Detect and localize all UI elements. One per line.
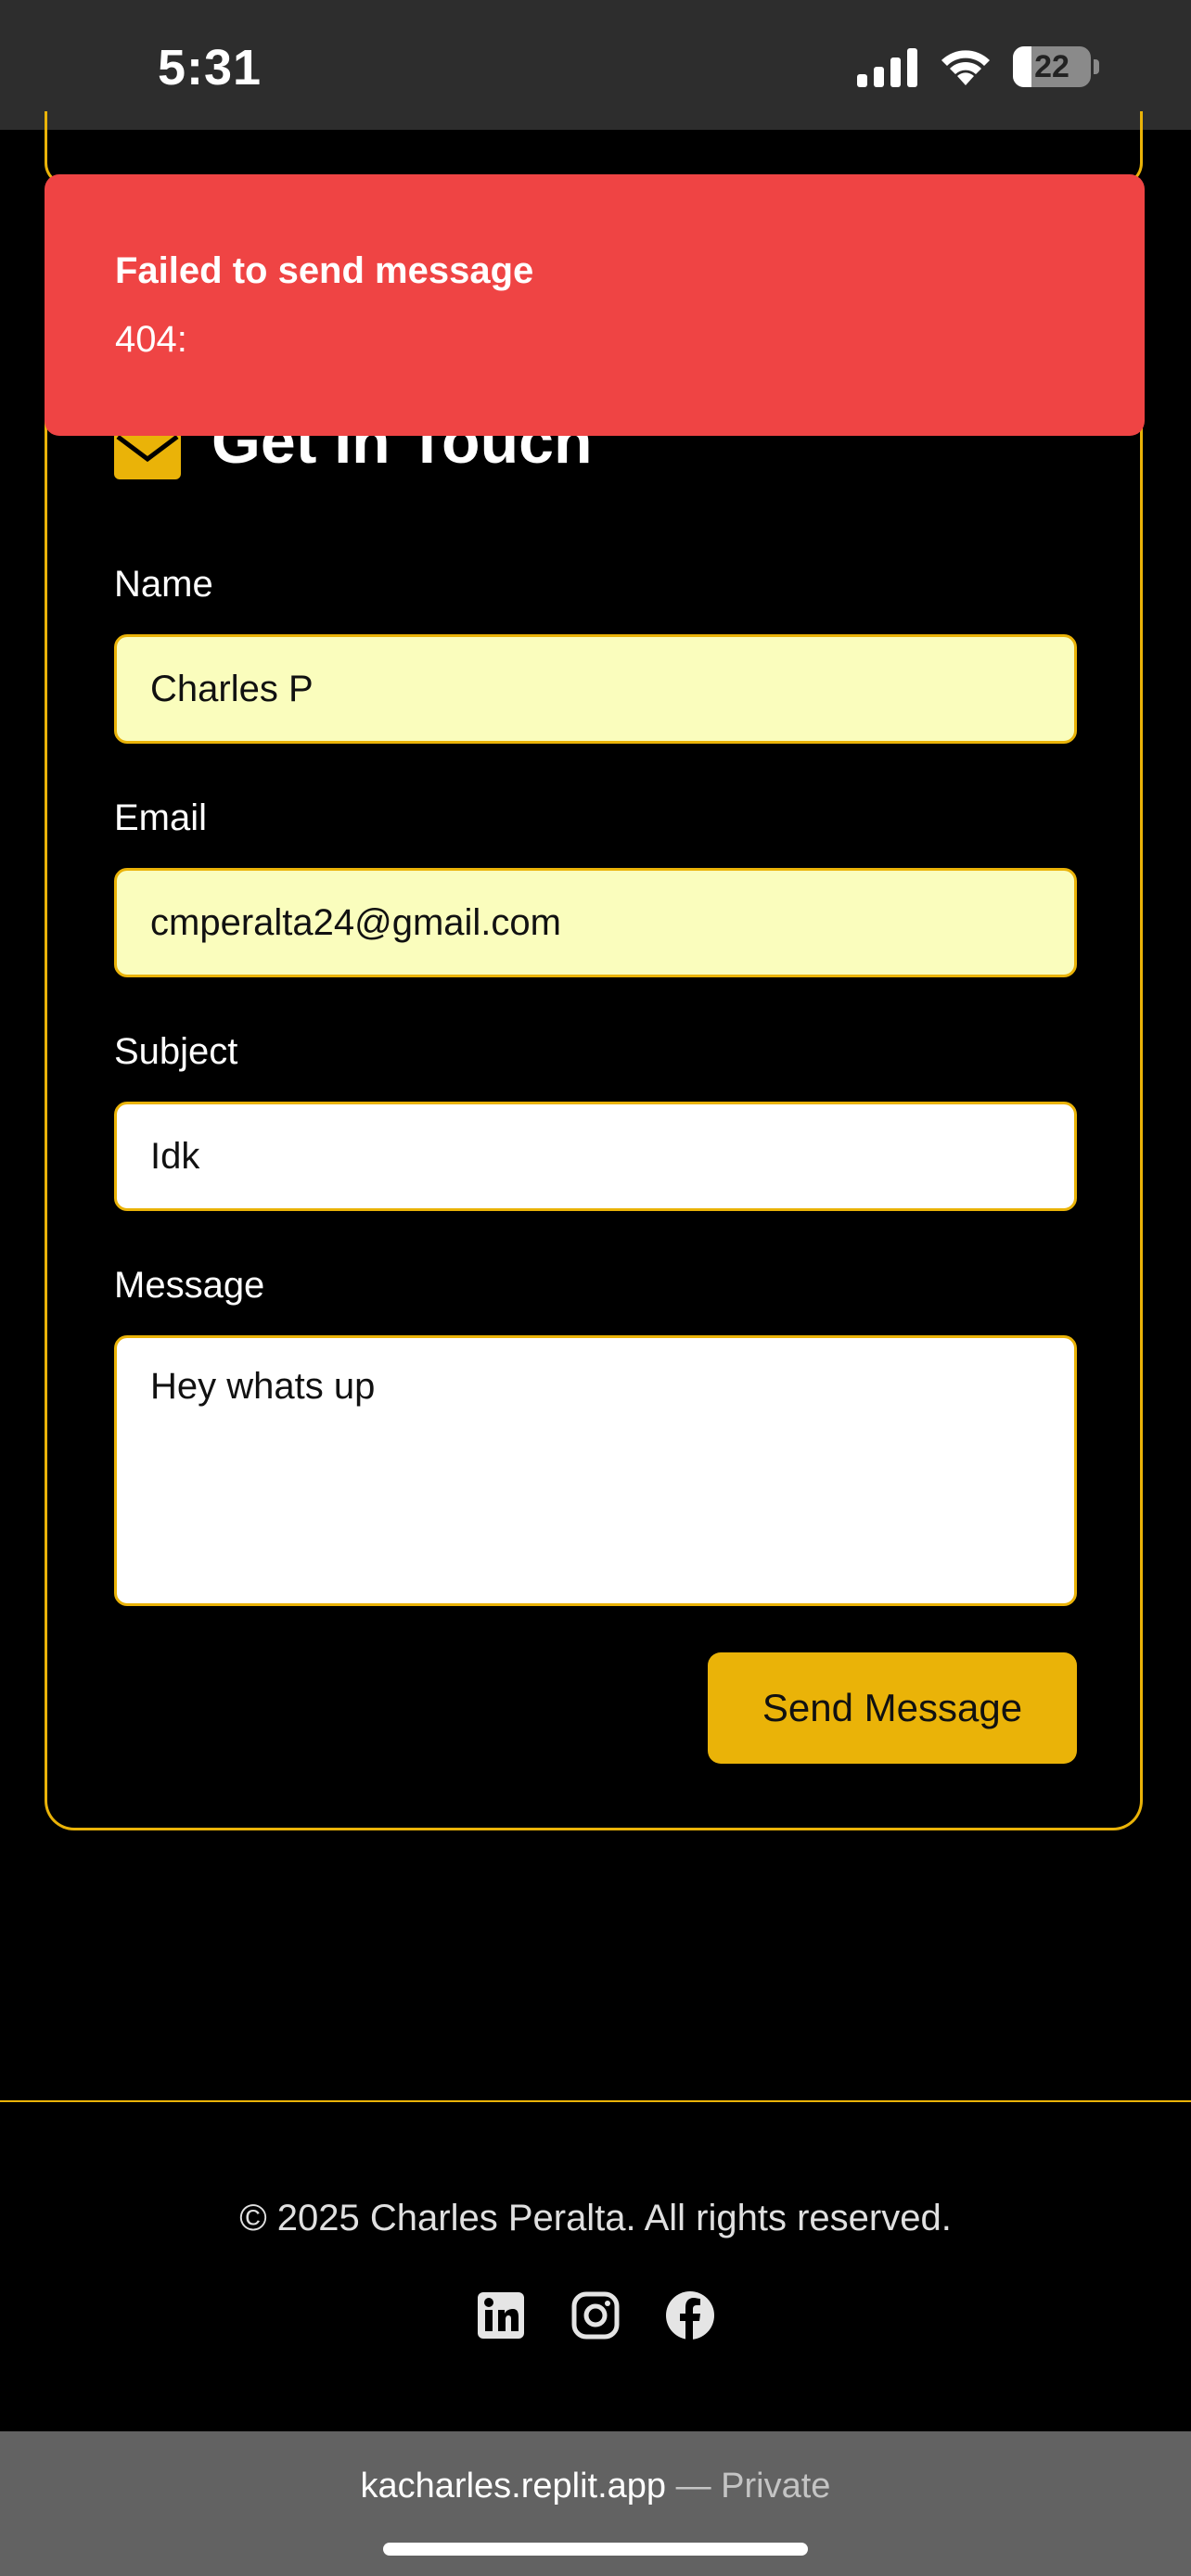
browser-url-bar[interactable]: kacharles.replit.app — Private: [0, 2431, 1191, 2576]
url-domain: kacharles.replit.app: [360, 2467, 667, 2506]
footer-copyright: © 2025 Charles Peralta. All rights reser…: [239, 2198, 952, 2238]
status-bar: 5:31 22: [0, 0, 1191, 130]
url-separator: —: [675, 2467, 711, 2506]
toast-description: 404:: [115, 319, 187, 360]
message-label: Message: [114, 1265, 265, 1306]
email-input[interactable]: [114, 868, 1077, 977]
error-toast[interactable]: Failed to send message 404:: [45, 174, 1145, 436]
message-textarea[interactable]: Hey whats up: [114, 1335, 1077, 1606]
facebook-icon[interactable]: [665, 2290, 715, 2340]
home-indicator[interactable]: [383, 2543, 808, 2556]
footer-divider: [0, 2100, 1191, 2102]
send-message-button[interactable]: Send Message: [708, 1652, 1077, 1764]
battery-level: 22: [1034, 49, 1069, 84]
email-label: Email: [114, 797, 208, 838]
mail-icon: [114, 431, 181, 479]
instagram-icon[interactable]: [570, 2290, 621, 2340]
linkedin-icon[interactable]: [476, 2290, 526, 2340]
subject-label: Subject: [114, 1031, 238, 1072]
status-time: 5:31: [158, 40, 263, 96]
social-links: [0, 2290, 1191, 2346]
url-text: kacharles.replit.app — Private: [0, 2467, 1191, 2506]
battery-icon: 22: [1013, 46, 1099, 91]
name-label: Name: [114, 564, 213, 605]
url-privacy-label: Private: [721, 2467, 831, 2506]
name-input[interactable]: [114, 634, 1077, 744]
subject-input[interactable]: [114, 1102, 1077, 1211]
toast-title: Failed to send message: [115, 250, 534, 291]
cellular-signal-icon: [857, 48, 917, 87]
wifi-icon: [941, 50, 990, 85]
